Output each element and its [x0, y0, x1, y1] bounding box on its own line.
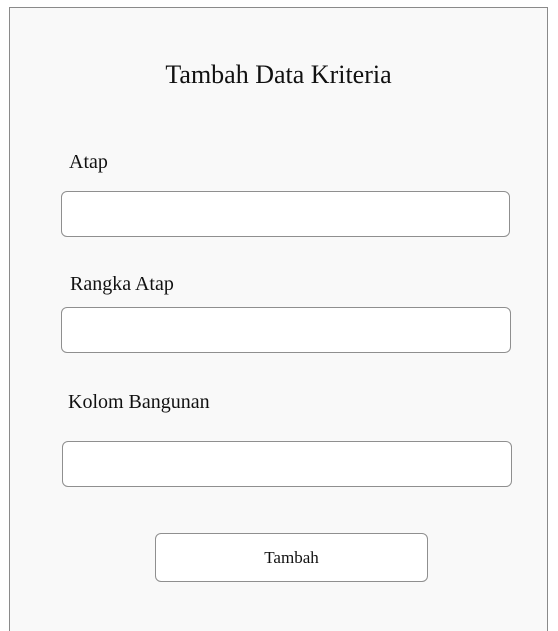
form-card: Tambah Data Kriteria Atap Rangka Atap Ko…	[9, 7, 548, 631]
tambah-button[interactable]: Tambah	[155, 533, 428, 582]
form-title: Tambah Data Kriteria	[165, 60, 392, 89]
rangka-atap-label: Rangka Atap	[70, 273, 174, 295]
kolom-bangunan-input[interactable]	[62, 441, 512, 487]
atap-label: Atap	[69, 151, 108, 173]
kolom-bangunan-label: Kolom Bangunan	[68, 391, 210, 413]
atap-input[interactable]	[61, 191, 510, 237]
rangka-atap-input[interactable]	[61, 307, 511, 353]
